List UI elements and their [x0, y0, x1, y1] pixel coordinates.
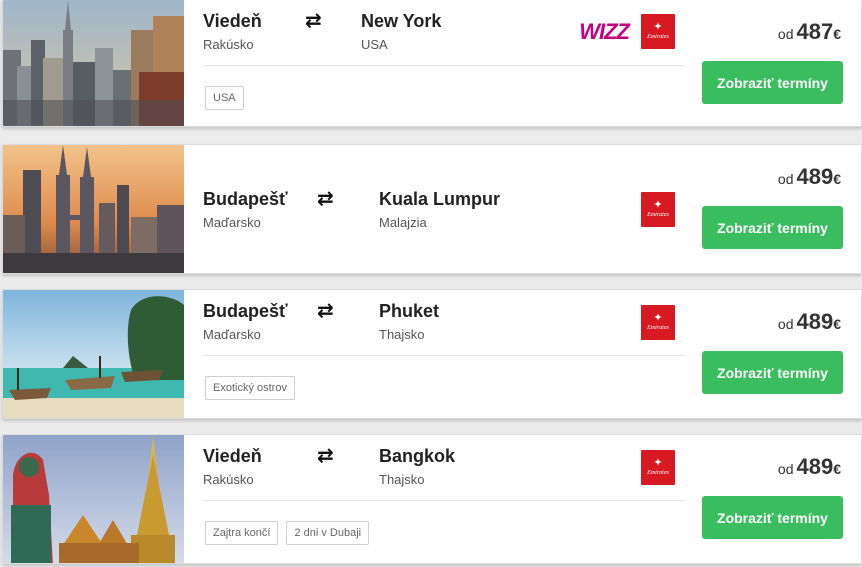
price-currency: €	[833, 26, 841, 42]
wizz-air-logo: WIZZ	[579, 18, 630, 44]
emirates-glyph-icon: ✦	[653, 199, 663, 211]
airline-logos: ✦ Emirates	[641, 450, 675, 485]
airline-logos: ✦ Emirates	[641, 305, 675, 340]
divider	[203, 355, 685, 356]
route-info: Viedeň Rakúsko ⇄ Bangkok Thajsko Zajtra …	[203, 435, 685, 563]
origin-city: Viedeň	[203, 11, 262, 31]
airline-logos: WIZZ ✦ Emirates	[579, 14, 675, 49]
offer-card[interactable]: Budapešť Maďarsko ⇄ Kuala Lumpur Malajzi…	[2, 144, 862, 274]
destination-photo[interactable]	[3, 0, 184, 126]
origin-city: Viedeň	[203, 446, 262, 466]
destination-photo[interactable]	[3, 435, 184, 563]
emirates-glyph-icon: ✦	[653, 312, 663, 324]
origin-country: Maďarsko	[203, 215, 261, 230]
price-currency: €	[833, 316, 841, 332]
tag-list: Zajtra končí 2 dni v Dubaji	[205, 521, 370, 545]
origin-city: Budapešť	[203, 189, 288, 209]
price-amount: 489	[796, 309, 834, 334]
tag[interactable]: Zajtra končí	[205, 521, 279, 545]
offer-list: Viedeň Rakúsko ⇄ New York USA USA WIZZ ✦…	[0, 0, 862, 567]
emirates-logo: ✦ Emirates	[641, 450, 675, 485]
destination-country: USA	[361, 37, 388, 52]
destination-country: Malajzia	[379, 215, 427, 230]
origin-city: Budapešť	[203, 301, 288, 321]
destination-photo[interactable]	[3, 290, 184, 418]
round-trip-arrows-icon: ⇄	[305, 10, 322, 32]
tag-list: USA	[205, 86, 244, 110]
show-dates-button[interactable]: Zobraziť termíny	[702, 496, 843, 539]
destination-city: Kuala Lumpur	[379, 189, 501, 209]
destination-country: Thajsko	[379, 472, 425, 487]
price-currency: €	[833, 171, 841, 187]
destination-city: Phuket	[379, 301, 440, 321]
round-trip-arrows-icon: ⇄	[317, 300, 334, 322]
tag[interactable]: 2 dni v Dubaji	[286, 521, 370, 545]
price-amount: 489	[796, 454, 834, 479]
price: od 489€	[778, 309, 841, 335]
price-prefix: od	[777, 26, 794, 42]
tag-list: Exotický ostrov	[205, 376, 295, 400]
show-dates-button[interactable]: Zobraziť termíny	[702, 61, 843, 104]
round-trip-arrows-icon: ⇄	[317, 188, 334, 210]
offer-card[interactable]: Viedeň Rakúsko ⇄ New York USA USA WIZZ ✦…	[2, 0, 862, 127]
price-amount: 487	[796, 19, 834, 44]
show-dates-button[interactable]: Zobraziť termíny	[702, 351, 843, 394]
divider	[203, 500, 685, 501]
tag[interactable]: USA	[205, 86, 244, 110]
price-prefix: od	[777, 316, 794, 332]
price-currency: €	[833, 461, 841, 477]
route-info: Budapešť Maďarsko ⇄ Phuket Thajsko Exoti…	[203, 290, 685, 418]
emirates-glyph-icon: ✦	[653, 21, 663, 33]
emirates-logo: ✦ Emirates	[641, 192, 675, 227]
show-dates-button[interactable]: Zobraziť termíny	[702, 206, 843, 249]
destination-country: Thajsko	[379, 327, 425, 342]
offer-card[interactable]: Budapešť Maďarsko ⇄ Phuket Thajsko Exoti…	[2, 289, 862, 419]
route-info: Budapešť Maďarsko ⇄ Kuala Lumpur Malajzi…	[203, 145, 685, 273]
price: od 489€	[778, 164, 841, 190]
origin-country: Rakúsko	[203, 37, 254, 52]
round-trip-arrows-icon: ⇄	[317, 445, 334, 467]
price-prefix: od	[777, 461, 794, 477]
price-amount: 489	[796, 164, 834, 189]
tag[interactable]: Exotický ostrov	[205, 376, 295, 400]
price-prefix: od	[777, 171, 794, 187]
origin-country: Maďarsko	[203, 327, 261, 342]
airline-logos: ✦ Emirates	[641, 192, 675, 227]
destination-city: New York	[361, 11, 442, 31]
offer-card[interactable]: Viedeň Rakúsko ⇄ Bangkok Thajsko Zajtra …	[2, 434, 862, 564]
destination-photo[interactable]	[3, 145, 184, 273]
price: od 487€	[778, 19, 841, 45]
origin-country: Rakúsko	[203, 472, 254, 487]
destination-city: Bangkok	[379, 446, 456, 466]
emirates-logo: ✦ Emirates	[641, 305, 675, 340]
price: od 489€	[778, 454, 841, 480]
emirates-logo: ✦ Emirates	[641, 14, 675, 49]
emirates-glyph-icon: ✦	[653, 457, 663, 469]
divider	[203, 65, 685, 66]
